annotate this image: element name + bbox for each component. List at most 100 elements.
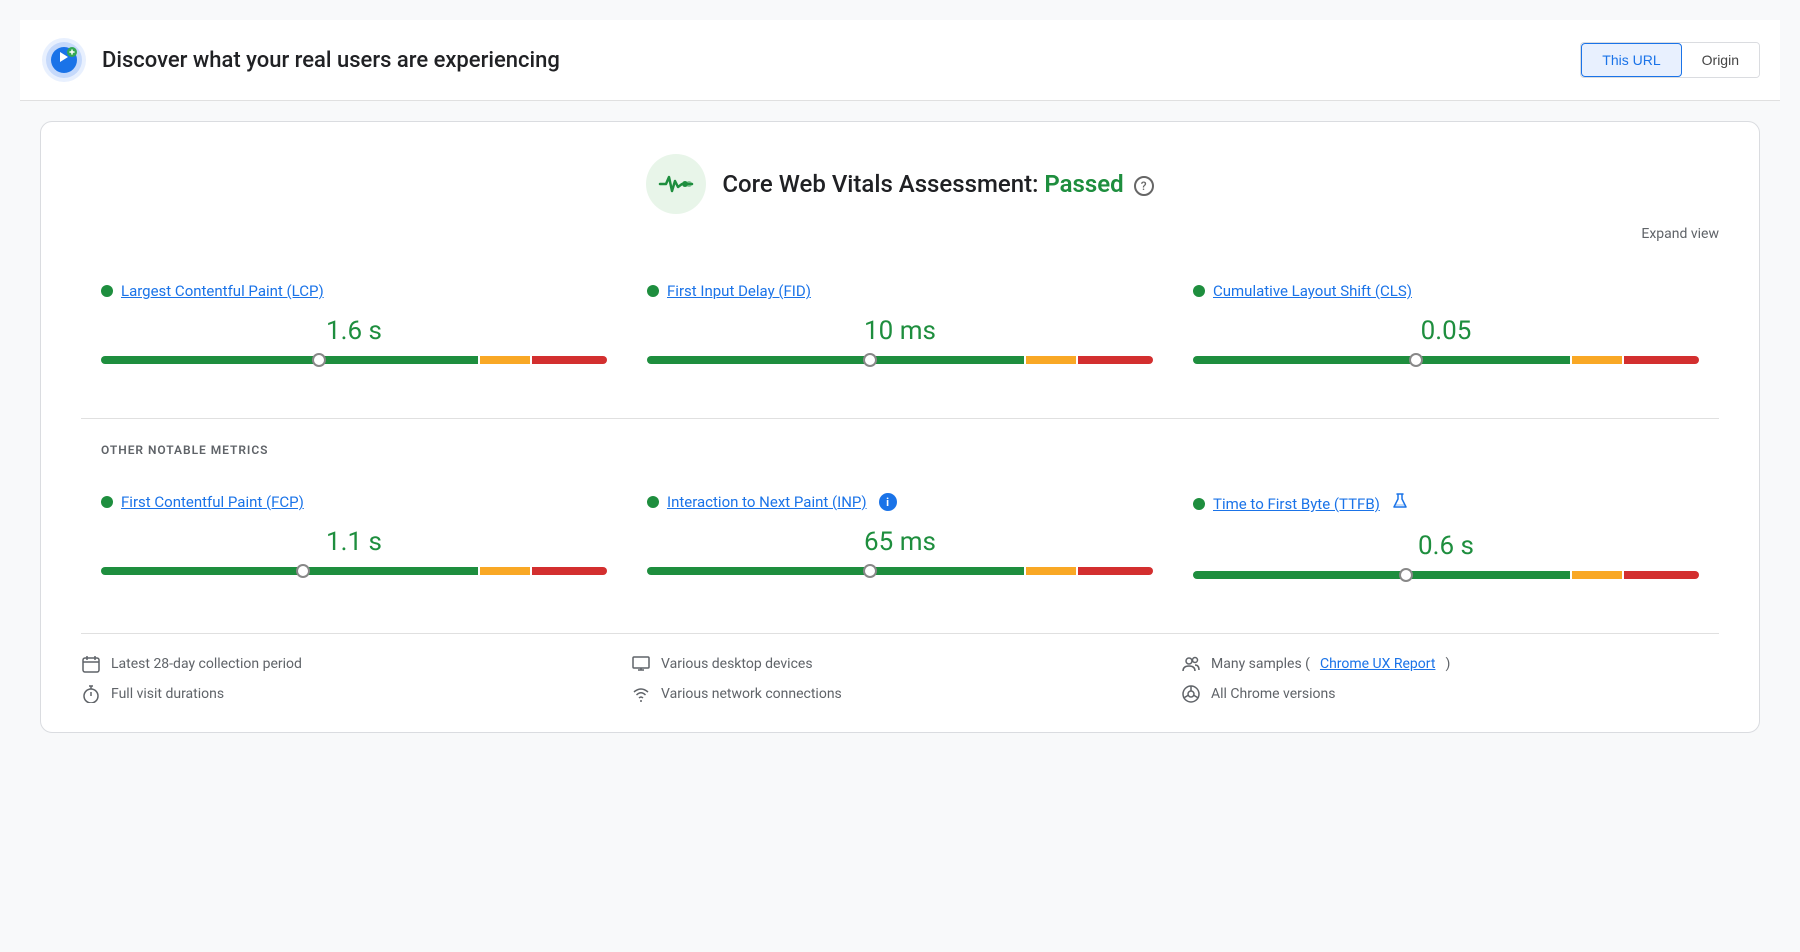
metric-cls-gauge bbox=[1193, 356, 1699, 370]
gauge-red-fid bbox=[1078, 356, 1153, 364]
gauge-marker-fid bbox=[863, 353, 877, 367]
footer-chrome-versions: All Chrome versions bbox=[1181, 684, 1719, 704]
footer-visit-text: Full visit durations bbox=[111, 686, 224, 702]
stopwatch-icon bbox=[81, 684, 101, 704]
footer-network-text: Various network connections bbox=[661, 686, 842, 702]
metric-ttfb-label: Time to First Byte (TTFB) bbox=[1193, 493, 1699, 515]
gauge-red-lcp bbox=[532, 356, 607, 364]
metric-cls-dot bbox=[1193, 285, 1205, 297]
metric-fcp: First Contentful Paint (FCP) 1.1 s bbox=[81, 477, 627, 601]
metric-cls-label: Cumulative Layout Shift (CLS) bbox=[1193, 282, 1699, 300]
gauge-marker-fcp bbox=[296, 564, 310, 578]
assessment-help-icon[interactable]: ? bbox=[1134, 176, 1154, 196]
gauge-marker-ttfb bbox=[1399, 568, 1413, 582]
inp-info-icon[interactable]: i bbox=[879, 493, 897, 511]
metric-inp: Interaction to Next Paint (INP) i 65 ms bbox=[627, 477, 1173, 601]
metric-inp-name[interactable]: Interaction to Next Paint (INP) bbox=[667, 493, 867, 511]
assessment-title: Core Web Vitals Assessment: Passed ? bbox=[722, 170, 1153, 198]
metric-fcp-label: First Contentful Paint (FCP) bbox=[101, 493, 607, 511]
metric-inp-label: Interaction to Next Paint (INP) i bbox=[647, 493, 1153, 511]
footer-col-3: Many samples ( Chrome UX Report) All Chro… bbox=[1181, 654, 1719, 704]
pagespeed-logo bbox=[40, 36, 88, 84]
metric-fcp-name[interactable]: First Contentful Paint (FCP) bbox=[121, 493, 304, 511]
metric-inp-dot bbox=[647, 496, 659, 508]
metric-ttfb-name[interactable]: Time to First Byte (TTFB) bbox=[1213, 495, 1380, 513]
footer-collection-text: Latest 28-day collection period bbox=[111, 656, 302, 672]
footer-col-2: Various desktop devices Various network … bbox=[631, 654, 1169, 704]
metric-ttfb-value: 0.6 s bbox=[1193, 531, 1699, 561]
gauge-red-cls bbox=[1624, 356, 1699, 364]
core-metrics-grid: Largest Contentful Paint (LCP) 1.6 s Fir… bbox=[81, 266, 1719, 386]
gauge-marker-inp bbox=[863, 564, 877, 578]
this-url-button[interactable]: This URL bbox=[1581, 43, 1681, 77]
metric-ttfb-gauge bbox=[1193, 571, 1699, 585]
footer-desktop-text: Various desktop devices bbox=[661, 656, 813, 672]
chrome-icon bbox=[1181, 684, 1201, 704]
ttfb-flask-icon bbox=[1392, 493, 1408, 515]
metric-cls-value: 0.05 bbox=[1193, 316, 1699, 346]
gauge-green-fid bbox=[647, 356, 1024, 364]
gauge-green-cls bbox=[1193, 356, 1570, 364]
gauge-green-fcp bbox=[101, 567, 478, 575]
assessment-title-prefix: Core Web Vitals Assessment: bbox=[722, 170, 1044, 198]
metric-fid-gauge bbox=[647, 356, 1153, 370]
wifi-icon bbox=[631, 684, 651, 704]
gauge-marker-lcp bbox=[312, 353, 326, 367]
metric-lcp-label: Largest Contentful Paint (LCP) bbox=[101, 282, 607, 300]
other-metrics-label: OTHER NOTABLE METRICS bbox=[81, 443, 1719, 457]
gauge-green-inp bbox=[647, 567, 1024, 575]
main-card: Core Web Vitals Assessment: Passed ? Exp… bbox=[40, 121, 1760, 733]
footer-network: Various network connections bbox=[631, 684, 1169, 704]
footer-chrome-text: All Chrome versions bbox=[1211, 686, 1335, 702]
metric-inp-gauge bbox=[647, 567, 1153, 581]
footer-samples-suffix: ) bbox=[1445, 656, 1450, 672]
gauge-red-fcp bbox=[532, 567, 607, 575]
footer-col-1: Latest 28-day collection period Full vis… bbox=[81, 654, 619, 704]
metric-fid-dot bbox=[647, 285, 659, 297]
metric-fcp-value: 1.1 s bbox=[101, 527, 607, 557]
metric-inp-value: 65 ms bbox=[647, 527, 1153, 557]
gauge-orange-inp bbox=[1026, 567, 1076, 575]
gauge-orange-fid bbox=[1026, 356, 1076, 364]
header-left: Discover what your real users are experi… bbox=[40, 36, 560, 84]
chrome-ux-report-link[interactable]: Chrome UX Report bbox=[1320, 656, 1435, 672]
metric-fid: First Input Delay (FID) 10 ms bbox=[627, 266, 1173, 386]
gauge-orange-ttfb bbox=[1572, 571, 1622, 579]
assessment-header: Core Web Vitals Assessment: Passed ? bbox=[81, 154, 1719, 214]
gauge-orange-lcp bbox=[480, 356, 530, 364]
footer-samples-prefix: Many samples ( bbox=[1211, 656, 1310, 672]
expand-view-link[interactable]: Expand view bbox=[81, 226, 1719, 242]
metric-fcp-dot bbox=[101, 496, 113, 508]
monitor-icon bbox=[631, 654, 651, 674]
metric-lcp-name[interactable]: Largest Contentful Paint (LCP) bbox=[121, 282, 324, 300]
calendar-icon bbox=[81, 654, 101, 674]
metric-fid-name[interactable]: First Input Delay (FID) bbox=[667, 282, 811, 300]
metric-lcp: Largest Contentful Paint (LCP) 1.6 s bbox=[81, 266, 627, 386]
gauge-green-lcp bbox=[101, 356, 478, 364]
metrics-divider bbox=[81, 418, 1719, 419]
metric-cls: Cumulative Layout Shift (CLS) 0.05 bbox=[1173, 266, 1719, 386]
metric-fid-value: 10 ms bbox=[647, 316, 1153, 346]
metric-lcp-gauge bbox=[101, 356, 607, 370]
footer-desktop-devices: Various desktop devices bbox=[631, 654, 1169, 674]
gauge-red-ttfb bbox=[1624, 571, 1699, 579]
footer-collection-period: Latest 28-day collection period bbox=[81, 654, 619, 674]
other-metrics-grid: First Contentful Paint (FCP) 1.1 s Inter… bbox=[81, 477, 1719, 601]
users-icon bbox=[1181, 654, 1201, 674]
gauge-orange-fcp bbox=[480, 567, 530, 575]
metric-fcp-gauge bbox=[101, 567, 607, 581]
vitals-icon bbox=[646, 154, 706, 214]
gauge-orange-cls bbox=[1572, 356, 1622, 364]
footer-samples: Many samples ( Chrome UX Report) bbox=[1181, 654, 1719, 674]
page-title: Discover what your real users are experi… bbox=[102, 48, 560, 73]
metric-cls-name[interactable]: Cumulative Layout Shift (CLS) bbox=[1213, 282, 1412, 300]
url-origin-toggle[interactable]: This URL Origin bbox=[1580, 42, 1760, 78]
gauge-marker-cls bbox=[1409, 353, 1423, 367]
metric-ttfb: Time to First Byte (TTFB) 0.6 s bbox=[1173, 477, 1719, 601]
metric-lcp-value: 1.6 s bbox=[101, 316, 607, 346]
origin-button[interactable]: Origin bbox=[1682, 43, 1759, 77]
assessment-status: Passed bbox=[1044, 170, 1123, 198]
metric-ttfb-dot bbox=[1193, 498, 1205, 510]
page-header: Discover what your real users are experi… bbox=[20, 20, 1780, 101]
gauge-red-inp bbox=[1078, 567, 1153, 575]
